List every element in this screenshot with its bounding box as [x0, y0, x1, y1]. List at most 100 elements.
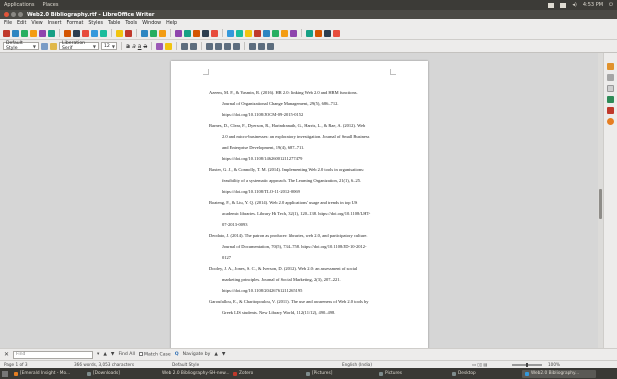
zoom-level[interactable]: 100% [548, 362, 560, 367]
insert-special-character-icon[interactable] [236, 29, 243, 37]
underline-icon[interactable]: a [138, 43, 142, 50]
export-pdf-icon[interactable] [30, 29, 37, 37]
undo-icon[interactable] [116, 29, 123, 37]
insert-line-icon[interactable] [315, 29, 322, 37]
insert-endnote-icon[interactable] [263, 29, 270, 37]
numbering-icon[interactable] [190, 42, 198, 50]
clear-formatting-icon[interactable] [100, 29, 107, 37]
insert-cross-reference-icon[interactable] [281, 29, 288, 37]
view-layout-icon[interactable]: ▭ ▯▯ ▤ [472, 362, 512, 367]
taskbar-item[interactable]: [Downloads] [84, 370, 154, 378]
page-count[interactable]: Page 1 of 3 [4, 362, 74, 367]
paste-icon[interactable] [82, 29, 89, 37]
keyboard-icon[interactable] [560, 2, 567, 8]
print-icon[interactable] [39, 29, 46, 37]
minimize-window-button[interactable] [11, 12, 16, 17]
bullets-icon[interactable] [181, 42, 189, 50]
taskbar-item[interactable]: Web 2.0 Bibliography-SH-new... [157, 370, 230, 378]
insert-field-icon[interactable] [227, 29, 234, 37]
properties-icon[interactable] [607, 63, 614, 70]
taskbar-item[interactable]: Zotero [230, 370, 300, 378]
menu-table[interactable]: Table [108, 21, 120, 26]
bibliography-entry[interactable]: Deodato, J. (2014). The patron as produc… [209, 230, 395, 263]
spellcheck-icon[interactable] [150, 29, 157, 37]
bibliography-entry[interactable]: Dooley, J. A., Jones, S. C., & Iverson, … [209, 263, 395, 296]
menu-edit[interactable]: Edit [17, 21, 26, 26]
align-justify-icon[interactable] [233, 42, 241, 50]
clone-formatting-icon[interactable] [91, 29, 98, 37]
insert-textbox-icon[interactable] [202, 29, 209, 37]
menu-insert[interactable]: Insert [48, 21, 62, 26]
bold-icon[interactable]: a [126, 43, 130, 50]
decrease-indent-icon[interactable] [267, 42, 275, 50]
bibliography-entry[interactable]: Barnes, D., Clear, F., Dyerson, R., Hari… [209, 120, 395, 164]
bibliography-entry[interactable]: Baxter, G. J., & Connolly, T. M. (2014).… [209, 164, 395, 197]
page-icon[interactable] [607, 107, 614, 114]
bibliography-entry[interactable]: Garoufallou, E., & Charitopoulou, V. (20… [209, 296, 395, 318]
close-icon[interactable]: ✕ [4, 351, 9, 358]
manage-changes-icon[interactable] [607, 118, 614, 125]
word-count[interactable]: 366 words, 3,053 characters [74, 362, 172, 367]
navigate-down-button[interactable]: ▼ [222, 352, 226, 357]
zoom-slider[interactable] [512, 362, 542, 367]
zoom-slider-knob[interactable] [526, 362, 528, 367]
insert-bookmark-icon[interactable] [272, 29, 279, 37]
font-name-combo[interactable]: Liberation Serif ▼ [59, 41, 99, 51]
formatting-marks-icon[interactable] [159, 29, 166, 37]
styles-icon[interactable] [607, 74, 614, 81]
taskbar-item[interactable]: [Pictures] [303, 370, 373, 378]
chevron-down-icon[interactable]: ▾ [97, 352, 99, 357]
find-replace-icon[interactable] [141, 29, 148, 37]
font-color-icon[interactable] [156, 42, 164, 50]
redo-icon[interactable] [125, 29, 132, 37]
menu-styles[interactable]: Styles [88, 21, 103, 26]
insert-hyperlink-icon[interactable] [245, 29, 252, 37]
navigator-icon[interactable] [607, 96, 614, 103]
close-window-button[interactable] [4, 12, 9, 17]
taskbar-item[interactable]: Web2.0 Bibliography... [522, 369, 596, 378]
align-left-icon[interactable] [206, 42, 214, 50]
network-icon[interactable] [548, 2, 555, 8]
page-style[interactable]: Default Style [172, 362, 342, 367]
match-case-checkbox[interactable]: Match Case [139, 351, 171, 357]
open-file-icon[interactable] [12, 29, 19, 37]
paragraph-style-combo[interactable]: Default Style ▼ [3, 41, 39, 51]
highlight-icon[interactable] [165, 42, 173, 50]
maximize-window-button[interactable] [18, 12, 23, 17]
menu-view[interactable]: View [31, 21, 42, 26]
menu-tools[interactable]: Tools [125, 21, 137, 26]
update-style-icon[interactable] [41, 42, 48, 50]
navigate-by-label[interactable]: Navigate by [183, 352, 211, 357]
font-size-combo[interactable]: 12 ▼ [101, 42, 117, 50]
menu-help[interactable]: Help [166, 21, 177, 26]
applications-menu[interactable]: Applications [4, 2, 35, 8]
insert-table-icon[interactable] [175, 29, 182, 37]
taskbar-item[interactable]: Desktop [449, 370, 519, 378]
align-right-icon[interactable] [224, 42, 232, 50]
places-menu[interactable]: Places [43, 2, 59, 8]
line-spacing-icon[interactable] [249, 42, 257, 50]
find-next-button[interactable]: ▼ [111, 352, 115, 357]
cut-icon[interactable] [64, 29, 71, 37]
menu-file[interactable]: File [4, 21, 12, 26]
insert-footnote-icon[interactable] [254, 29, 261, 37]
show-desktop-icon[interactable] [2, 370, 8, 377]
copy-icon[interactable] [73, 29, 80, 37]
gallery-icon[interactable] [607, 85, 614, 92]
bibliography-entry[interactable]: Azeem, M. F., & Yasmin, R. (2016). HR 2.… [209, 87, 395, 120]
menu-window[interactable]: Window [142, 21, 161, 26]
power-icon[interactable]: ⏻ [609, 2, 613, 8]
save-icon[interactable] [21, 29, 28, 37]
insert-image-icon[interactable] [184, 29, 191, 37]
find-replace-icon[interactable]: Q [175, 352, 179, 357]
taskbar-item[interactable]: Pictures [376, 370, 446, 378]
language[interactable]: English (India) [342, 362, 472, 367]
new-style-icon[interactable] [50, 42, 57, 50]
insert-frame-icon[interactable] [333, 29, 340, 37]
strikethrough-icon[interactable]: a [143, 43, 147, 50]
document-page[interactable]: Azeem, M. F., & Yasmin, R. (2016). HR 2.… [171, 61, 428, 348]
clock[interactable]: 4:53 PM [583, 2, 603, 8]
bibliography-entry[interactable]: Boateng, F., & Liu, Y. Q. (2014). Web 2.… [209, 197, 395, 230]
menu-format[interactable]: Format [66, 21, 83, 26]
increase-indent-icon[interactable] [258, 42, 266, 50]
